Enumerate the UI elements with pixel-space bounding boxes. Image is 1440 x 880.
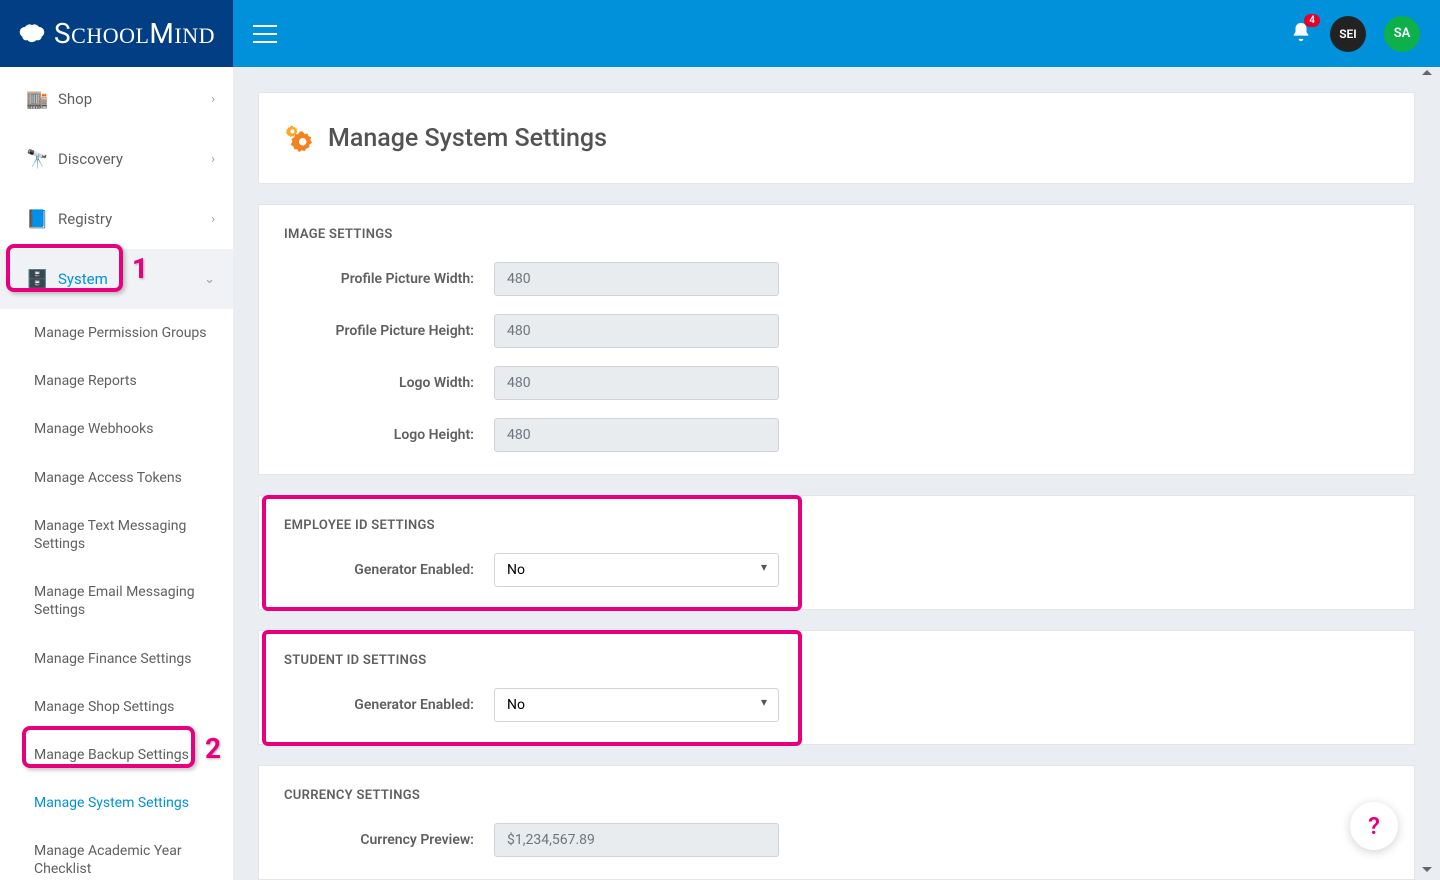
shop-icon: 🏬 — [26, 89, 58, 110]
avatar-sa[interactable]: SA — [1384, 16, 1420, 52]
sidebar-item-label: Registry — [58, 210, 112, 228]
avatar-sei[interactable]: SEI — [1330, 16, 1366, 52]
panel-currency-settings: CURRENCY SETTINGS Currency Preview: — [258, 765, 1415, 880]
page-title: Manage System Settings — [328, 124, 607, 153]
sub-item-permission-groups[interactable]: Manage Permission Groups — [0, 309, 233, 357]
panel-employee-id-settings: EMPLOYEE ID SETTINGS Generator Enabled: … — [258, 495, 1415, 610]
help-button[interactable]: ? — [1350, 802, 1398, 850]
sub-item-backup-settings[interactable]: Manage Backup Settings — [0, 731, 233, 779]
menu-toggle-button[interactable] — [253, 25, 277, 43]
server-icon: 🗄️ — [26, 269, 58, 290]
sidebar-item-discovery[interactable]: 🔭 Discovery › — [0, 129, 233, 189]
sub-item-email-messaging[interactable]: Manage Email Messaging Settings — [0, 568, 233, 634]
panel-title: EMPLOYEE ID SETTINGS — [284, 518, 1389, 533]
sub-item-system-settings[interactable]: Manage System Settings — [0, 779, 233, 827]
sub-item-shop-settings[interactable]: Manage Shop Settings — [0, 683, 233, 731]
sidebar-item-system[interactable]: 🗄️ System ⌄ — [0, 249, 233, 309]
sub-item-academic-year-checklist[interactable]: Manage Academic Year Checklist — [0, 827, 233, 880]
notification-badge: 4 — [1304, 14, 1320, 27]
content-area: Manage System Settings IMAGE SETTINGS Pr… — [233, 67, 1440, 880]
panel-title: CURRENCY SETTINGS — [284, 788, 1389, 803]
sub-item-text-messaging[interactable]: Manage Text Messaging Settings — [0, 502, 233, 568]
input-logo-height — [494, 418, 779, 452]
notifications-button[interactable]: 4 — [1290, 21, 1312, 47]
sub-item-access-tokens[interactable]: Manage Access Tokens — [0, 454, 233, 502]
input-logo-width — [494, 366, 779, 400]
sidebar-item-label: System — [58, 270, 108, 288]
brand-logo[interactable]: SCHOOLMIND — [0, 0, 233, 67]
label-currency-preview: Currency Preview: — [284, 832, 494, 848]
sub-item-webhooks[interactable]: Manage Webhooks — [0, 405, 233, 453]
input-profile-height — [494, 314, 779, 348]
chevron-right-icon: › — [211, 92, 215, 107]
sidebar-item-registry[interactable]: 📘 Registry › — [0, 189, 233, 249]
sub-item-reports[interactable]: Manage Reports — [0, 357, 233, 405]
sidebar-item-label: Discovery — [58, 150, 123, 168]
topbar: 4 SEI SA — [233, 0, 1440, 67]
panel-title: STUDENT ID SETTINGS — [284, 653, 1389, 668]
label-profile-height: Profile Picture Height: — [284, 323, 494, 339]
sidebar-nav: 🏬 Shop › 🔭 Discovery › 📘 Registry › 🗄️ S… — [0, 67, 233, 880]
page-header: Manage System Settings — [258, 92, 1415, 184]
input-currency-preview — [494, 823, 779, 857]
label-logo-height: Logo Height: — [284, 427, 494, 443]
label-logo-width: Logo Width: — [284, 375, 494, 391]
sidebar-item-shop[interactable]: 🏬 Shop › — [0, 69, 233, 129]
sidebar: SCHOOLMIND 🏬 Shop › 🔭 Discovery › 📘 Regi… — [0, 0, 233, 880]
chevron-right-icon: › — [211, 212, 215, 227]
brain-icon — [18, 23, 46, 45]
panel-student-id-settings: STUDENT ID SETTINGS Generator Enabled: N… — [258, 630, 1415, 745]
brand-name: SCHOOLMIND — [54, 17, 215, 50]
select-employee-generator[interactable]: No — [494, 553, 779, 587]
panel-title: IMAGE SETTINGS — [284, 227, 1389, 242]
label-student-generator: Generator Enabled: — [284, 697, 494, 713]
binoculars-icon: 🔭 — [26, 149, 58, 170]
callout-number-1: 1 — [132, 252, 148, 285]
chevron-down-icon: ⌄ — [204, 272, 215, 287]
gears-icon — [284, 123, 314, 153]
input-profile-width — [494, 262, 779, 296]
chevron-right-icon: › — [211, 152, 215, 167]
book-icon: 📘 — [26, 209, 58, 230]
label-employee-generator: Generator Enabled: — [284, 562, 494, 578]
main: 4 SEI SA Manage System Settings IMAGE SE… — [233, 0, 1440, 880]
callout-number-2: 2 — [205, 732, 221, 765]
panel-image-settings: IMAGE SETTINGS Profile Picture Width: Pr… — [258, 204, 1415, 475]
sidebar-item-label: Shop — [58, 90, 92, 108]
select-student-generator[interactable]: No — [494, 688, 779, 722]
sub-item-finance-settings[interactable]: Manage Finance Settings — [0, 635, 233, 683]
label-profile-width: Profile Picture Width: — [284, 271, 494, 287]
